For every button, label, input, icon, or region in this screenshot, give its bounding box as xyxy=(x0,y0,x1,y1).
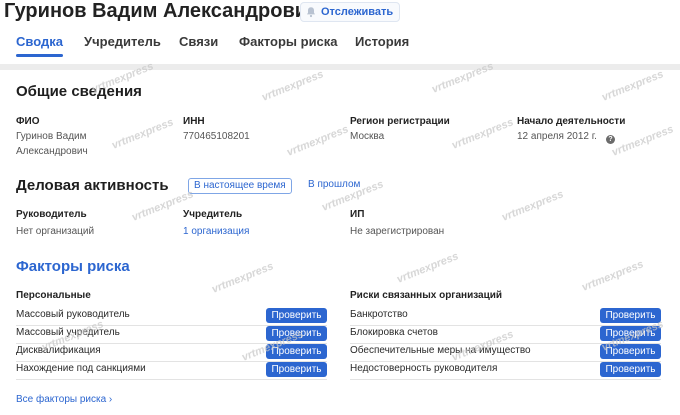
check-button[interactable]: Проверить xyxy=(266,326,327,341)
page-header: Гуринов Вадим Александрович Отслеживать … xyxy=(0,0,680,64)
risk-row: Массовый учредитель Проверить xyxy=(16,326,327,344)
manager-label: Руководитель xyxy=(16,209,87,220)
check-button[interactable]: Проверить xyxy=(600,326,661,341)
tab-connections[interactable]: Связи xyxy=(179,34,218,64)
risk-row: Дисквалификация Проверить xyxy=(16,344,327,362)
personal-risks-title: Персональные xyxy=(16,290,91,301)
tab-summary[interactable]: Сводка xyxy=(16,34,63,64)
ip-value: Не зарегистрирован xyxy=(350,226,445,237)
risk-name: Массовый учредитель xyxy=(16,327,120,338)
inn-label: ИНН xyxy=(183,116,205,127)
risk-row: Недостоверность руководителя Проверить xyxy=(350,362,661,380)
check-button[interactable]: Проверить xyxy=(266,344,327,359)
risk-row: Блокировка счетов Проверить xyxy=(350,326,661,344)
region-label: Регион регистрации xyxy=(350,116,450,127)
risk-row: Банкротство Проверить xyxy=(350,308,661,326)
fio-value-line2: Александрович xyxy=(16,146,88,157)
region-value: Москва xyxy=(350,131,385,142)
fio-value-line1: Гуринов Вадим xyxy=(16,131,87,142)
founder-label: Учредитель xyxy=(183,209,243,220)
fio-label: ФИО xyxy=(16,116,40,127)
risk-name: Блокировка счетов xyxy=(350,327,438,338)
toggle-current[interactable]: В настоящее время xyxy=(188,178,292,194)
founder-value-link[interactable]: 1 организация xyxy=(183,225,249,239)
tab-history[interactable]: История xyxy=(355,34,409,64)
start-date-label: Начало деятельности xyxy=(517,116,626,127)
ip-label: ИП xyxy=(350,209,365,220)
info-icon[interactable]: ? xyxy=(606,135,615,144)
follow-button[interactable]: Отслеживать xyxy=(300,2,401,22)
follow-button-label: Отслеживать xyxy=(321,6,394,18)
risk-name: Обеспечительные меры на имущество xyxy=(350,345,531,356)
page-title: Гуринов Вадим Александрович xyxy=(4,0,319,22)
start-date-value: 12 апреля 2012 г. xyxy=(517,131,597,142)
risk-row: Массовый руководитель Проверить xyxy=(16,308,327,326)
risk-factors-title: Факторы риска xyxy=(16,258,130,275)
related-risks-title: Риски связанных организаций xyxy=(350,290,503,301)
business-activity-title: Деловая активность xyxy=(16,177,169,194)
risk-name: Дисквалификация xyxy=(16,345,101,356)
risk-name: Недостоверность руководителя xyxy=(350,363,498,374)
risk-name: Нахождение под санкциями xyxy=(16,363,146,374)
risk-row: Обеспечительные меры на имущество Провер… xyxy=(350,344,661,362)
tab-founder[interactable]: Учредитель xyxy=(84,34,161,64)
risk-name: Массовый руководитель xyxy=(16,309,130,320)
all-risk-factors-link[interactable]: Все факторы риска › xyxy=(16,394,112,405)
manager-value: Нет организаций xyxy=(16,226,95,237)
tab-bar: Сводка Учредитель Связи Факторы риска Ис… xyxy=(0,34,680,64)
risk-name: Банкротство xyxy=(350,309,408,320)
bell-icon xyxy=(307,7,315,18)
general-info-title: Общие сведения xyxy=(16,83,142,100)
risk-row: Нахождение под санкциями Проверить xyxy=(16,362,327,380)
check-button[interactable]: Проверить xyxy=(600,362,661,377)
check-button[interactable]: Проверить xyxy=(266,362,327,377)
check-button[interactable]: Проверить xyxy=(600,308,661,323)
check-button[interactable]: Проверить xyxy=(600,344,661,359)
tab-risk-factors[interactable]: Факторы риска xyxy=(239,34,338,64)
toggle-past[interactable]: В прошлом xyxy=(303,178,365,194)
check-button[interactable]: Проверить xyxy=(266,308,327,323)
inn-value: 770465108201 xyxy=(183,131,250,142)
